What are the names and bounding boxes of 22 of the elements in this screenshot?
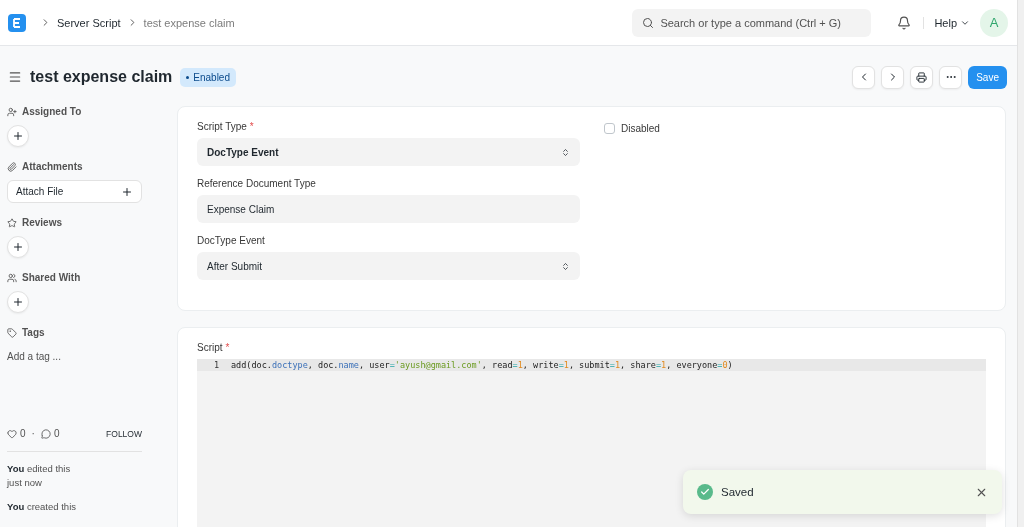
field-label: Reference Document Type: [197, 178, 316, 189]
separator: ·: [31, 428, 35, 439]
status-badge: Enabled: [180, 67, 236, 87]
line-number: 1: [212, 360, 219, 370]
section-label: Assigned To: [22, 106, 82, 117]
page-title: test expense claim: [30, 68, 173, 86]
required-mark: *: [249, 121, 254, 132]
activity-text: You edited this just now: [7, 462, 72, 490]
activity-text: You created this: [7, 500, 77, 514]
checkbox-label: Disabled: [621, 122, 660, 134]
required-mark: *: [225, 342, 230, 353]
section-label: Attachments: [22, 161, 83, 172]
field-label: DocType Event: [197, 235, 265, 246]
comment-count: 0: [53, 428, 60, 439]
field-label: Script Type: [197, 121, 247, 132]
section-label: Tags: [22, 327, 45, 338]
section-label: Shared With: [22, 272, 81, 283]
section-label: Reviews: [22, 217, 63, 228]
toast-message: Saved: [721, 486, 755, 498]
field-label: Script: [197, 342, 223, 353]
code-line: add(doc.doctype, doc.name, user='ayush@gmail.com', read=1, write=1, submit=1, share=1, everyone=0): [231, 360, 733, 370]
like-count: 0: [20, 428, 26, 439]
